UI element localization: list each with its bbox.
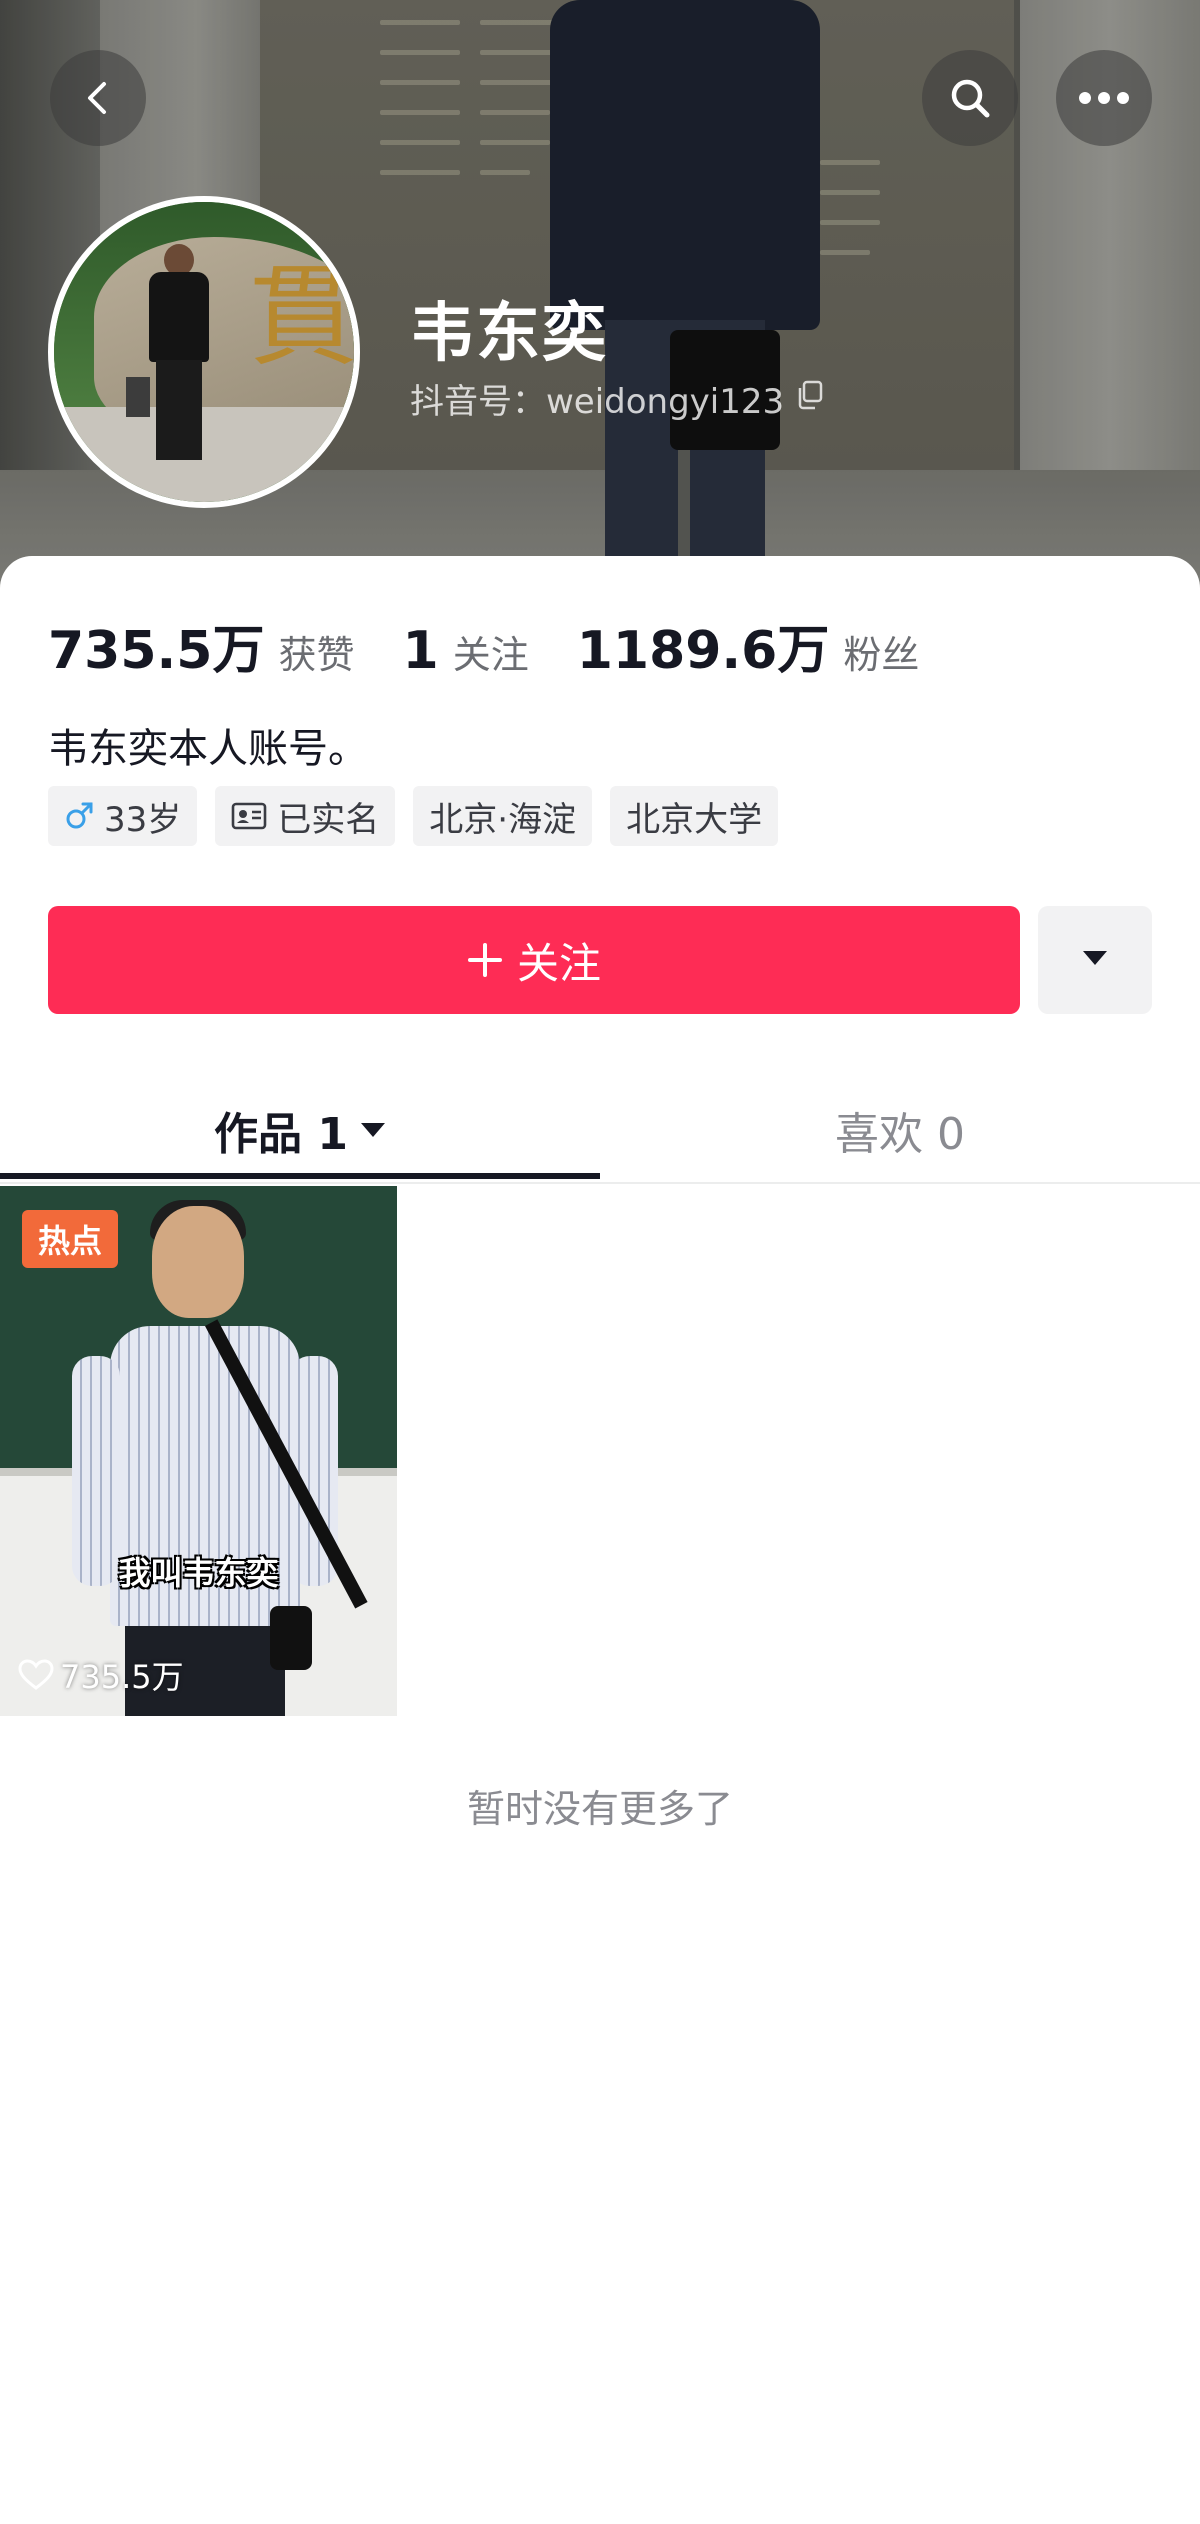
search-button[interactable]: [922, 50, 1018, 146]
tag-location: 北京·海淀: [413, 786, 593, 846]
profile-page: 貫 韦东奕 抖音号：weidongyi123 735.5万 获赞 1 关注 11…: [0, 0, 1200, 2524]
back-button[interactable]: [50, 50, 146, 146]
tab-works-label: 作品 1: [214, 1109, 348, 1160]
chevron-left-icon: [78, 78, 118, 118]
following-count[interactable]: 1: [403, 621, 439, 681]
stats-row: 735.5万 获赞 1 关注 1189.6万 粉丝: [48, 608, 967, 683]
tag-verified-label: 已实名: [277, 799, 380, 840]
follow-button[interactable]: 关注: [48, 906, 1020, 1014]
plus-icon: [467, 942, 503, 978]
followers-count[interactable]: 1189.6万: [577, 608, 830, 683]
follow-button-label: 关注: [516, 938, 601, 988]
tag-school[interactable]: 北京大学: [610, 786, 779, 846]
search-icon: [946, 74, 994, 122]
active-tab-indicator: [0, 1173, 600, 1179]
more-horizontal-icon: [1078, 91, 1130, 105]
id-card-icon: [231, 802, 267, 830]
douyin-id-text: 抖音号：weidongyi123: [410, 382, 785, 422]
tab-likes-label: 喜欢 0: [835, 1109, 965, 1160]
copy-icon[interactable]: [796, 379, 824, 419]
caret-down-icon: [1081, 949, 1109, 971]
male-icon: [64, 801, 94, 831]
avatar[interactable]: 貫: [48, 196, 360, 508]
followers-label: 粉丝: [843, 633, 920, 677]
profile-card: 735.5万 获赞 1 关注 1189.6万 粉丝 韦东奕本人账号。 33岁 已…: [0, 556, 1200, 2524]
tags-row: 33岁 已实名 北京·海淀 北京大学: [48, 786, 779, 846]
likes-label: 获赞: [278, 633, 355, 677]
video-thumbnail[interactable]: 热点 我叫韦东奕 735.5万: [0, 1186, 397, 1716]
bio-text: 韦东奕本人账号。: [48, 726, 368, 772]
end-of-list-text: 暂时没有更多了: [466, 1787, 733, 1831]
video-likes: 735.5万: [18, 1652, 184, 1698]
tag-age-label: 33岁: [104, 799, 182, 840]
douyin-id[interactable]: 抖音号：weidongyi123: [410, 374, 824, 423]
video-likes-count: 735.5万: [60, 1658, 184, 1696]
tag-school-label: 北京大学: [626, 799, 763, 840]
video-caption: 我叫韦东奕: [118, 1554, 279, 1592]
more-options-button[interactable]: [1056, 50, 1152, 146]
recommend-toggle-button[interactable]: [1038, 906, 1152, 1014]
caret-down-icon: [360, 1122, 386, 1138]
heart-icon: [18, 1659, 54, 1691]
likes-count[interactable]: 735.5万: [48, 608, 264, 683]
hot-badge: 热点: [22, 1210, 118, 1268]
tab-works[interactable]: 作品 1: [0, 1076, 600, 1184]
profile-name: 韦东奕: [410, 297, 608, 371]
tab-likes[interactable]: 喜欢 0: [600, 1076, 1200, 1184]
tag-location-label: 北京·海淀: [429, 799, 577, 840]
following-label: 关注: [452, 633, 529, 677]
tag-verified: 已实名: [215, 786, 396, 846]
tag-age: 33岁: [48, 786, 198, 846]
content-tabs: 作品 1 喜欢 0: [0, 1076, 1200, 1184]
